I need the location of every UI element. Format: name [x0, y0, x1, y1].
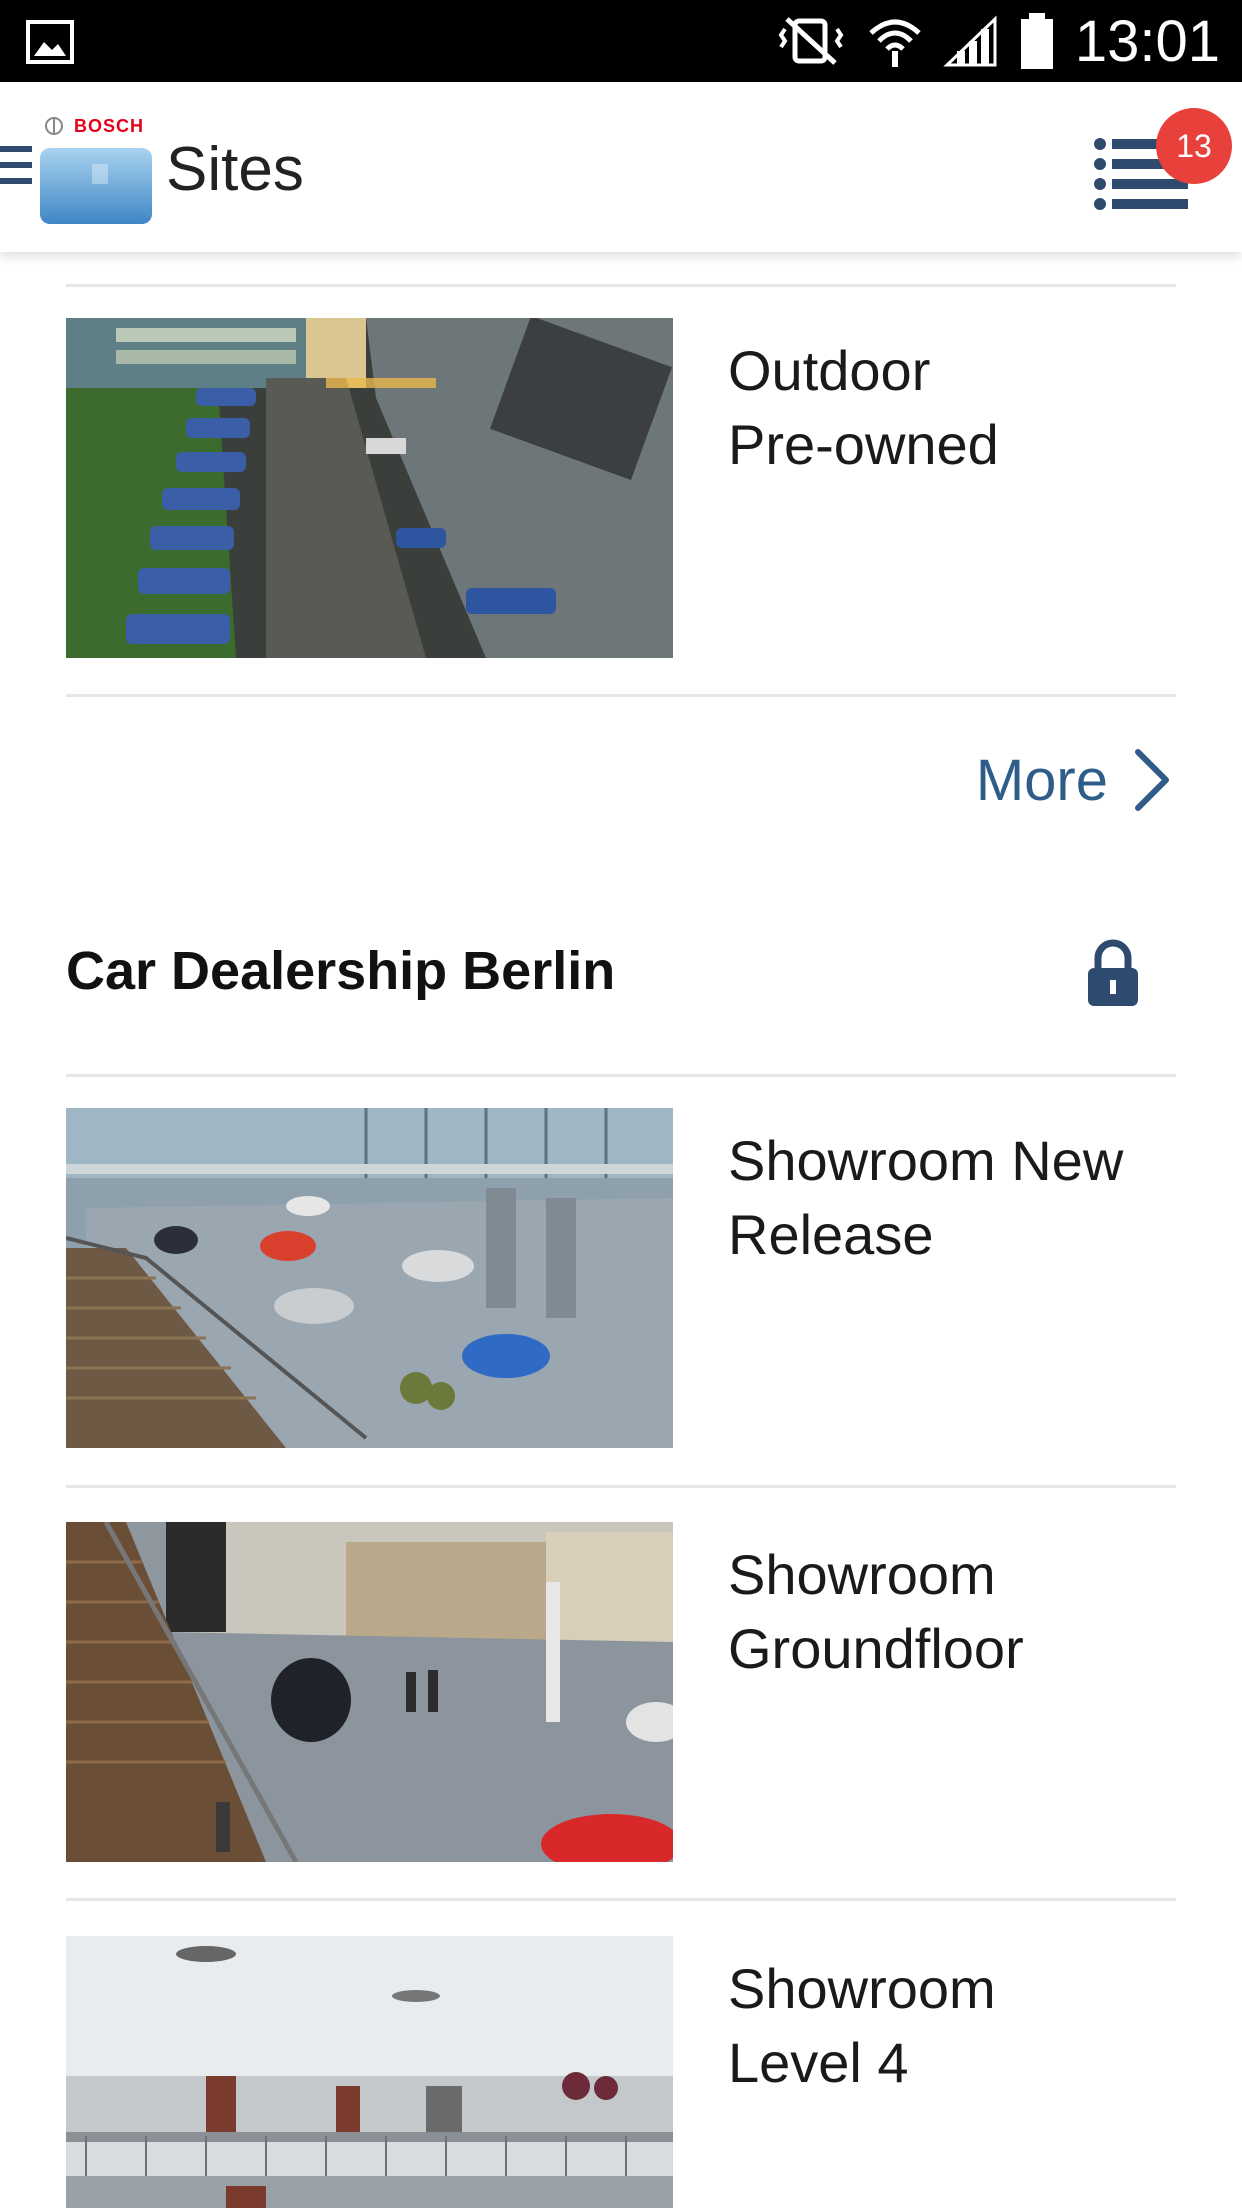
divider	[66, 1898, 1176, 1901]
camera-name-line: Level 4	[728, 2031, 909, 2094]
cell-signal-icon	[943, 15, 997, 67]
camera-name-line: Groundfloor	[728, 1617, 1024, 1680]
camera-row-showroom-groundfloor[interactable]: Showroom Groundfloor	[0, 1522, 1242, 1862]
camera-name[interactable]: Showroom Level 4	[728, 1952, 1188, 2100]
status-time: 13:01	[1074, 8, 1220, 74]
divider	[66, 694, 1176, 697]
camera-thumbnail[interactable]	[66, 1522, 673, 1862]
camera-name-line: Pre-owned	[728, 413, 999, 476]
status-bar: 13:01	[0, 0, 1242, 82]
nav-drawer-icon[interactable]	[0, 140, 36, 192]
camera-row-showroom-new-release[interactable]: Showroom New Release	[0, 1108, 1242, 1448]
camera-name-line: Outdoor	[728, 339, 931, 402]
camera-name[interactable]: Showroom New Release	[728, 1124, 1188, 1272]
page-title: Sites	[166, 135, 304, 204]
divider	[66, 284, 1176, 287]
camera-thumbnail[interactable]	[66, 318, 673, 658]
more-label: More	[975, 747, 1108, 813]
site-name[interactable]: Car Dealership Berlin	[66, 940, 615, 1002]
camera-name[interactable]: Outdoor Pre-owned	[728, 334, 1188, 482]
camera-name-line: Showroom New	[728, 1129, 1124, 1192]
bosch-logo-text: BOSCH	[74, 116, 145, 136]
app-bar: BOSCH Sites 13	[0, 82, 1242, 252]
camera-thumbnail[interactable]	[66, 1936, 673, 2208]
camera-name-line: Showroom	[728, 1543, 996, 1606]
lock-icon[interactable]	[1086, 938, 1140, 1008]
notification-badge: 13	[1156, 108, 1232, 184]
gallery-notification-icon	[26, 20, 74, 64]
camera-name[interactable]: Showroom Groundfloor	[728, 1538, 1188, 1686]
camera-row-showroom-level-4[interactable]: Showroom Level 4	[0, 1936, 1242, 2208]
events-list-button[interactable]: 13	[1080, 94, 1232, 224]
divider	[66, 1074, 1176, 1077]
camera-name-line: Release	[728, 1203, 934, 1266]
camera-row-outdoor-pre-owned[interactable]: Outdoor Pre-owned	[0, 318, 1242, 658]
camera-thumbnail[interactable]	[66, 1108, 673, 1448]
camera-name-line: Showroom	[728, 1957, 996, 2020]
battery-icon	[1020, 13, 1053, 69]
divider	[66, 1485, 1176, 1488]
wifi-icon	[869, 19, 921, 67]
vibrate-mute-icon	[778, 17, 844, 65]
chevron-right-icon	[1135, 749, 1169, 811]
more-button[interactable]: More	[976, 740, 1172, 820]
